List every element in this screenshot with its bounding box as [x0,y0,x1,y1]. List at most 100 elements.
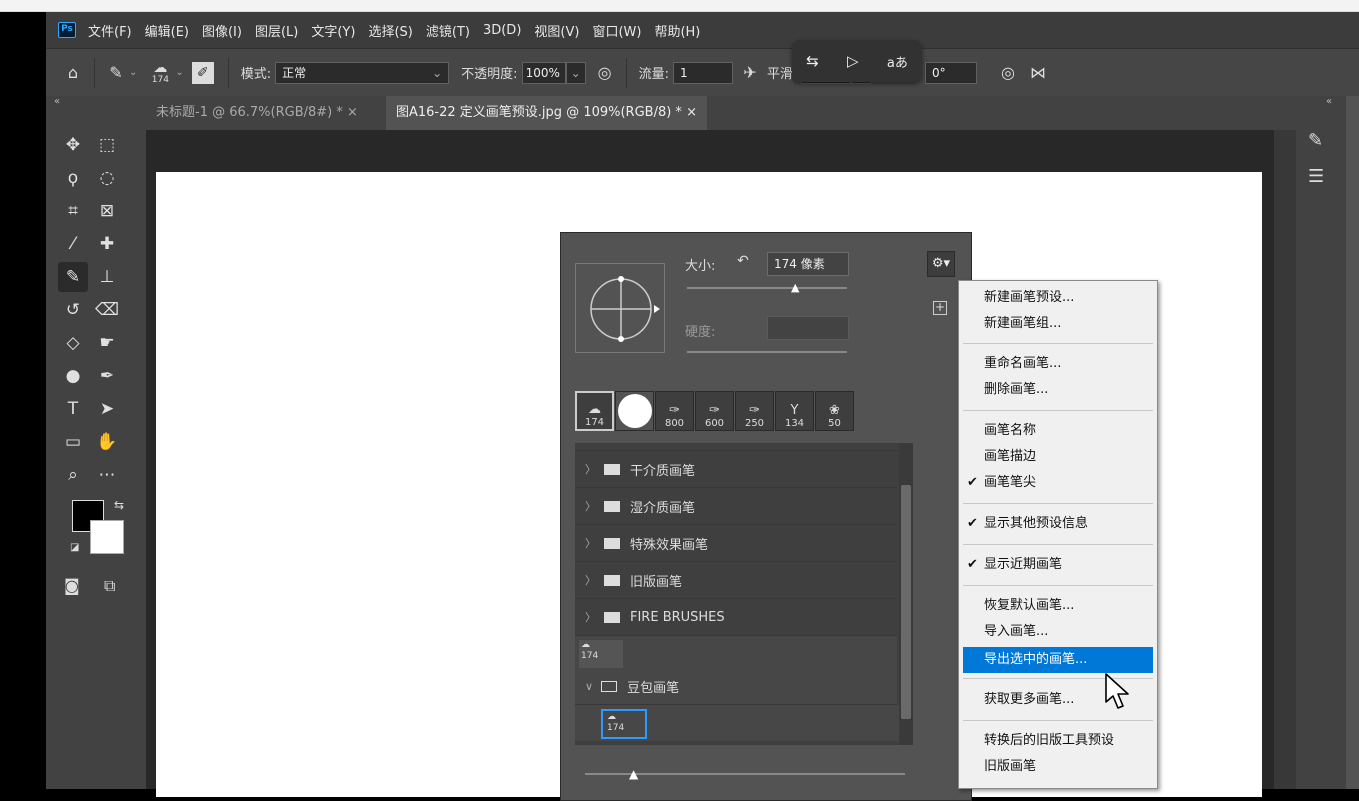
rectangle-tool-icon[interactable]: ▭ [58,427,88,457]
flow-input[interactable]: 1 [672,61,733,84]
size-input[interactable]: 174 像素 [767,252,849,276]
chevron-right-icon[interactable]: 〉 [585,535,596,551]
menu-view[interactable]: 视图(V) [534,21,579,40]
default-colors-icon[interactable]: ◪ [70,542,82,554]
translate-icon[interactable]: aあ [887,52,908,71]
adjustments-sliders-icon[interactable]: ☰ [1308,166,1324,187]
quick-mask-icon[interactable]: ◙ [64,576,80,595]
crop-tool-icon[interactable]: ⌗ [58,196,88,226]
recent-brush-item[interactable]: Y 134 [775,391,814,431]
brush-preset-item[interactable]: ☁ 174 [575,636,897,670]
pressure-opacity-icon[interactable]: ◎ [592,60,618,86]
zoom-tool-icon[interactable]: ⌕ [58,460,88,490]
symmetry-butterfly-icon[interactable]: ⋈ [1025,60,1051,86]
menu-item-new-brush-preset[interactable]: 新建画笔预设... [963,285,1153,311]
brush-tool-preset-icon[interactable]: ✎ [103,60,129,86]
recent-brush-item[interactable]: ✑ 600 [695,391,734,431]
menu-item-export-selected-brushes[interactable]: 导出选中的画笔... [963,647,1153,673]
list-scrollbar-thumb[interactable] [901,485,911,719]
eraser-tool-icon[interactable]: ⌫ [92,295,122,325]
list-item[interactable]: 〉 干介质画笔 [575,451,897,488]
hand-tool-icon[interactable]: ✋ [92,427,122,457]
marquee-tool-icon[interactable]: ⬚ [92,130,122,160]
recent-brush-item[interactable]: ❀ 50 [815,391,854,431]
smudge-tool-icon[interactable]: ☛ [92,328,122,358]
menu-file[interactable]: 文件(F) [88,21,132,40]
pressure-size-icon[interactable]: ◎ [995,60,1021,86]
quick-select-tool-icon[interactable]: ◌ [92,163,122,193]
dodge-tool-icon[interactable]: ● [58,361,88,391]
screen-mode-icon[interactable]: ⧉ [104,576,115,596]
menu-3d[interactable]: 3D(D) [483,23,521,38]
brush-picker-button[interactable]: ☁ 174 [145,61,175,85]
opacity-input[interactable]: 100% [521,61,566,84]
tab-untitled-1[interactable]: 未标题-1 @ 66.7%(RGB/8#) * × [146,96,368,130]
hardness-input[interactable] [767,316,849,340]
menu-item-import-brushes[interactable]: 导入画笔... [963,619,1153,645]
panel-settings-gear-icon[interactable]: ⚙▾ [927,251,955,277]
menu-item-show-preset-info[interactable]: ✔ 显示其他预设信息 [963,511,1153,537]
menu-item-new-brush-group[interactable]: 新建画笔组... [963,311,1153,337]
brush-settings-panel-icon[interactable]: ✐ [191,61,214,84]
menu-item-brush-stroke[interactable]: 画笔描边 [963,444,1153,470]
menu-item-legacy-brushes[interactable]: 旧版画笔 [963,754,1153,780]
frame-tool-icon[interactable]: ⊠ [92,196,122,226]
more-tools-icon[interactable]: ⋯ [92,460,122,490]
menu-item-restore-default-brushes[interactable]: 恢复默认画笔... [963,593,1153,619]
menu-item-rename-brush[interactable]: 重命名画笔... [963,351,1153,377]
size-slider-thumb[interactable]: ▲ [791,281,799,294]
angle-input[interactable]: 0° [925,61,977,84]
size-slider[interactable] [687,287,847,289]
menu-item-show-recent-brushes[interactable]: ✔ 显示近期画笔 [963,552,1153,578]
hardness-slider[interactable] [687,351,847,353]
collapse-double-chevron-icon[interactable]: « [54,96,60,107]
list-item-open-folder[interactable]: ∨ 豆包画笔 [575,668,897,705]
menu-item-delete-brush[interactable]: 删除画笔... [963,377,1153,403]
pen-tool-icon[interactable]: ✒ [92,361,122,391]
chevron-down-icon[interactable]: ⌄ [129,67,137,78]
swap-icon[interactable]: ⇆ [806,52,819,70]
eyedropper-tool-icon[interactable]: ⁄ [58,229,88,259]
menu-layer[interactable]: 图层(L) [255,21,298,40]
background-color-swatch[interactable] [90,520,124,554]
menu-filter[interactable]: 滤镜(T) [426,21,470,40]
collapse-double-chevron-icon[interactable]: « [1326,96,1332,107]
mode-select[interactable]: 正常 ⌄ [275,61,450,84]
list-item[interactable]: 〉 FIRE BRUSHES [575,599,897,636]
play-sparkle-icon[interactable]: ▷ [847,52,859,70]
recent-brush-item[interactable]: ✑ 800 [655,391,694,431]
menu-item-converted-legacy-presets[interactable]: 转换后的旧版工具预设 [963,728,1153,754]
brush-tool-icon[interactable]: ✎ [58,262,88,292]
tab-brush-preset-doc[interactable]: 图A16-22 定义画笔预设.jpg @ 109%(RGB/8) * × [386,96,707,130]
menu-item-brush-tip[interactable]: ✔ 画笔笔尖 [963,470,1153,496]
stamp-tool-icon[interactable]: ⊥ [92,262,122,292]
healing-brush-tool-icon[interactable]: ✚ [92,229,122,259]
home-icon[interactable]: ⌂ [60,60,86,86]
recent-brush-item[interactable] [615,391,654,431]
list-item[interactable]: 〉 湿介质画笔 [575,488,897,525]
menu-item-brush-name[interactable]: 画笔名称 [963,418,1153,444]
canvas-vertical-scrollbar[interactable] [1274,130,1296,789]
menu-select[interactable]: 选择(S) [368,21,412,40]
chevron-down-icon[interactable]: ∨ [585,680,593,693]
swap-colors-icon[interactable]: ⇆ [114,498,124,512]
new-preset-plus-icon[interactable]: + [933,301,947,315]
chevron-right-icon[interactable]: 〉 [585,609,596,625]
selected-brush-preset[interactable]: ☁ 174 [601,709,647,739]
chevron-right-icon[interactable]: 〉 [585,498,596,514]
chevron-right-icon[interactable]: 〉 [585,461,596,477]
brush-angle-roundness-widget[interactable] [576,264,666,354]
chevron-right-icon[interactable]: 〉 [585,572,596,588]
menu-image[interactable]: 图像(I) [202,21,242,40]
menu-type[interactable]: 文字(Y) [311,21,355,40]
chevron-down-icon[interactable]: ⌄ [175,67,183,78]
reset-size-icon[interactable]: ↶ [737,253,749,269]
history-brush-tool-icon[interactable]: ↺ [58,295,88,325]
paint-bucket-tool-icon[interactable]: ◇ [58,328,88,358]
recent-brush-item[interactable]: ☁ 174 [575,391,614,431]
opacity-dropdown[interactable]: ⌄ [565,61,586,84]
thumbnail-size-thumb[interactable]: ▲ [629,767,638,781]
recent-brush-item[interactable]: ✑ 250 [735,391,774,431]
brush-settings-icon[interactable]: ✎ [1308,130,1323,151]
path-selection-tool-icon[interactable]: ➤ [92,394,122,424]
